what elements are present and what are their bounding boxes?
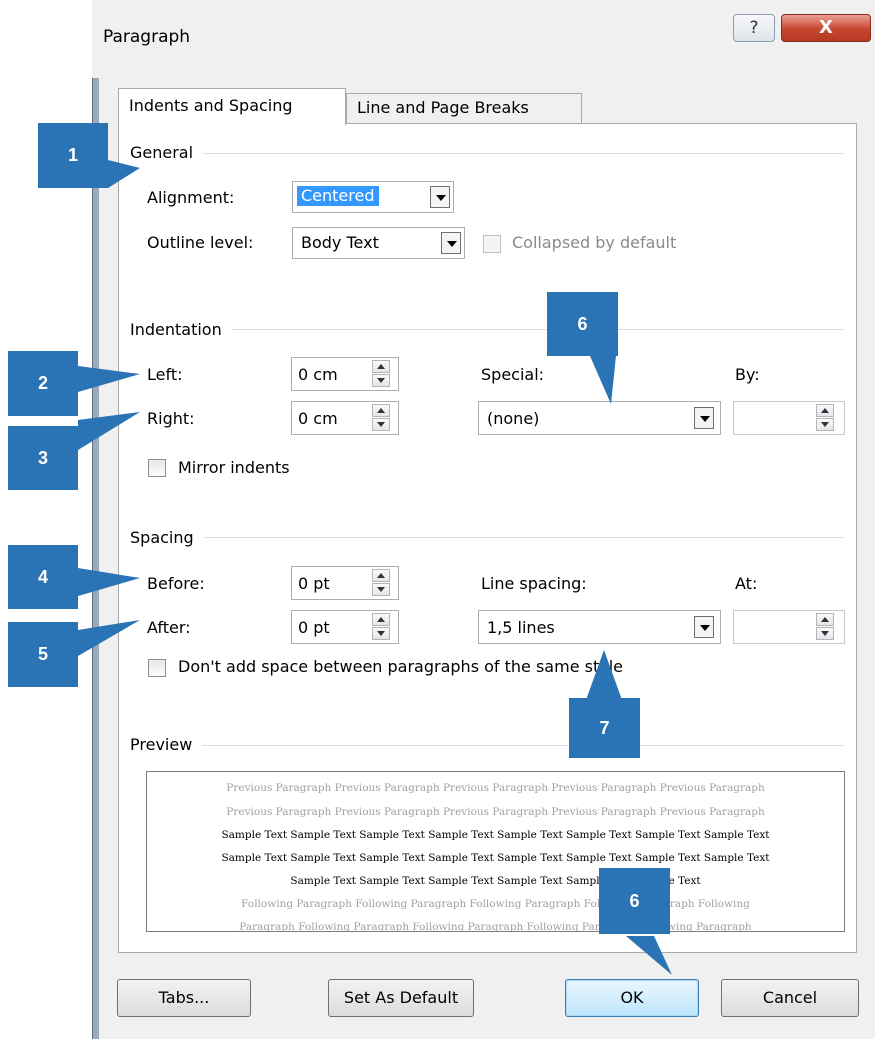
- callout-5-pointer: [78, 620, 140, 656]
- callout-6-pointer: [590, 356, 616, 404]
- callout-1-pointer: [108, 160, 140, 188]
- callout-6: 6: [547, 292, 618, 356]
- callout-6b-pointer: [626, 936, 672, 975]
- callout-6b: 6: [599, 868, 670, 934]
- callout-1: 1: [38, 123, 108, 188]
- callout-pointers: [78, 160, 672, 975]
- callout-5: 5: [8, 622, 78, 687]
- callout-2: 2: [8, 351, 78, 416]
- callout-2-pointer: [78, 366, 140, 392]
- callout-4-pointer: [78, 568, 140, 596]
- callout-3: 3: [8, 426, 78, 490]
- callout-3-pointer: [78, 412, 140, 450]
- callout-4: 4: [8, 545, 78, 609]
- callout-7: 7: [569, 698, 640, 758]
- callout-7-pointer: [586, 650, 622, 700]
